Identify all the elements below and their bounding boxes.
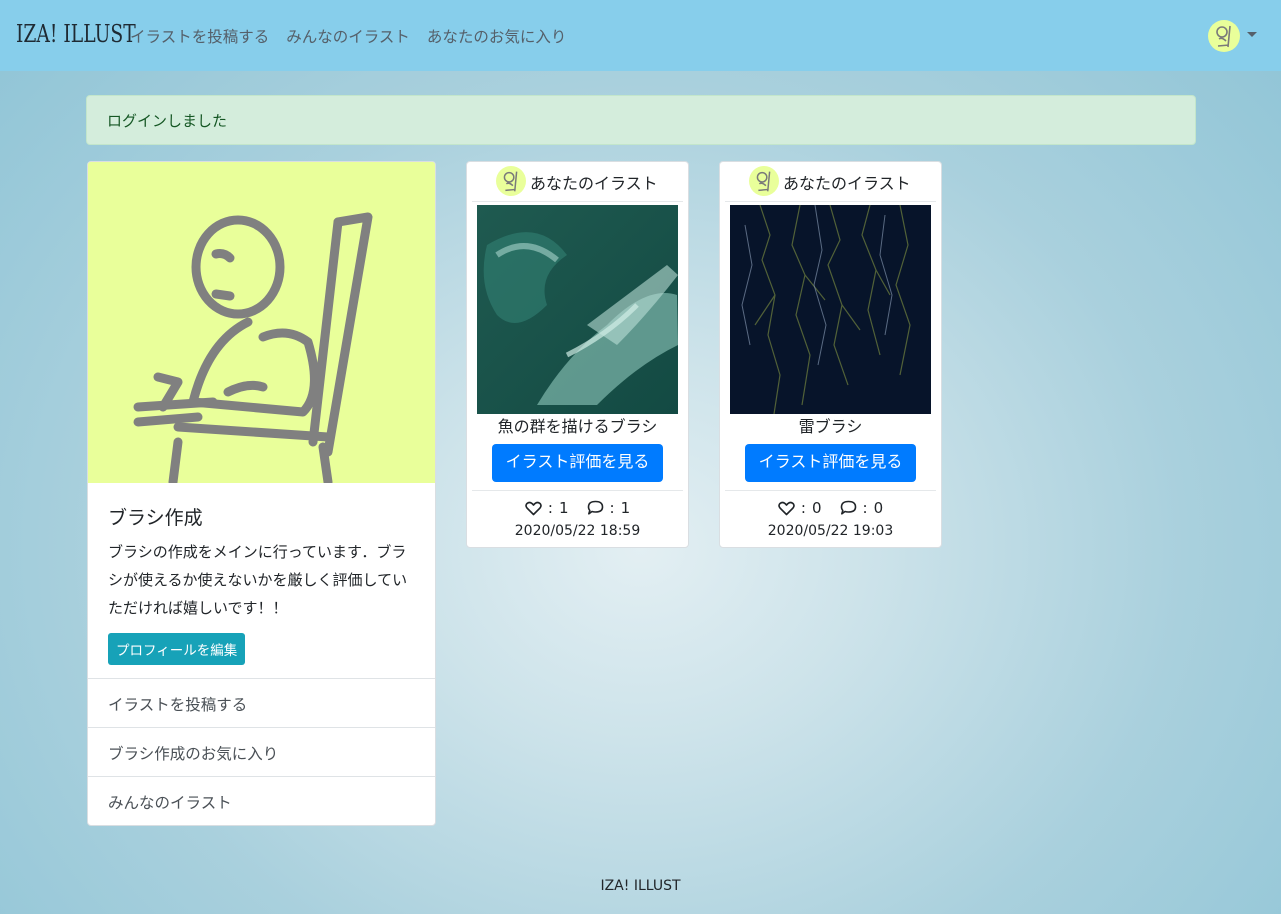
profile-body: ブラシ作成 ブラシの作成をメインに行っています．ブラシが使えるか使えないかを厳し… bbox=[88, 483, 435, 665]
comment-icon[interactable] bbox=[587, 500, 604, 516]
heart-icon[interactable] bbox=[778, 501, 795, 516]
like-count: 0 bbox=[811, 499, 822, 517]
divider bbox=[472, 201, 683, 202]
like-stat: : 0 bbox=[778, 499, 822, 517]
nav-link-post-illust[interactable]: イラストを投稿する bbox=[130, 25, 269, 47]
nav-link-everyone-illust[interactable]: みんなのイラスト bbox=[286, 25, 410, 47]
card-owner-label: あなたのイラスト bbox=[783, 174, 911, 193]
card-header: あなたのイラスト bbox=[720, 162, 941, 202]
profile-menu-favorites[interactable]: ブラシ作成のお気に入り bbox=[88, 727, 435, 776]
footer-text: IZA! ILLUST bbox=[600, 878, 681, 894]
comment-stat: : 0 bbox=[840, 499, 884, 517]
heart-icon[interactable] bbox=[525, 501, 542, 516]
top-navbar: IZA! ILLUST イラストを投稿する みんなのイラスト あなたのお気に入り bbox=[0, 0, 1281, 71]
comment-stat: : 1 bbox=[587, 499, 631, 517]
divider bbox=[725, 201, 936, 202]
divider bbox=[472, 490, 683, 491]
post-date: 2020/05/22 19:03 bbox=[767, 523, 894, 539]
profile-card: ブラシ作成 ブラシの作成をメインに行っています．ブラシが使えるか使えないかを厳し… bbox=[87, 161, 436, 826]
profile-menu: イラストを投稿する ブラシ作成のお気に入り みんなのイラスト bbox=[88, 678, 435, 825]
illust-card: あなたのイラスト 雷ブラシ イラスト評価を見る: 0: 0 2020/05/… bbox=[719, 161, 942, 548]
edit-profile-button[interactable]: プロフィールを編集 bbox=[108, 633, 246, 665]
profile-menu-everyone-illust[interactable]: みんなのイラスト bbox=[88, 776, 435, 825]
like-separator: : bbox=[547, 499, 553, 517]
comment-separator: : bbox=[609, 499, 615, 517]
profile-menu-post-illust[interactable]: イラストを投稿する bbox=[88, 678, 435, 727]
nav-links: イラストを投稿する みんなのイラスト あなたのお気に入り bbox=[130, 25, 566, 47]
login-success-alert: ログインしました bbox=[86, 95, 1196, 145]
profile-image bbox=[88, 162, 435, 483]
illust-title: 雷ブラシ bbox=[798, 417, 863, 436]
footer: IZA! ILLUST bbox=[0, 878, 1281, 894]
stick-figure-avatar-icon bbox=[503, 171, 518, 192]
dropdown-caret-icon[interactable] bbox=[1247, 32, 1257, 37]
view-evaluation-button[interactable]: イラスト評価を見る bbox=[492, 444, 663, 482]
illust-thumbnail[interactable] bbox=[477, 205, 678, 414]
illust-thumbnail[interactable] bbox=[730, 205, 931, 414]
comment-count: 1 bbox=[620, 499, 631, 517]
like-separator: : bbox=[800, 499, 806, 517]
brand-logo[interactable]: IZA! ILLUST bbox=[16, 20, 136, 48]
comment-separator: : bbox=[862, 499, 868, 517]
comment-count: 0 bbox=[873, 499, 884, 517]
card-stats: : 1 : 1 bbox=[467, 499, 688, 517]
illust-title: 魚の群を描けるブラシ bbox=[497, 417, 658, 436]
like-count: 1 bbox=[558, 499, 569, 517]
like-stat: : 1 bbox=[525, 499, 569, 517]
stick-figure-avatar-icon bbox=[756, 171, 771, 192]
lightning-image bbox=[730, 205, 931, 414]
alert-message: ログインしました bbox=[107, 112, 228, 130]
profile-name: ブラシ作成 bbox=[108, 507, 203, 529]
illust-card: あなたのイラスト 魚の群を描けるブラシ イラスト評価を見る : 1: 1 20… bbox=[466, 161, 689, 548]
divider bbox=[725, 490, 936, 491]
view-evaluation-button[interactable]: イラスト評価を見る bbox=[745, 444, 916, 482]
card-owner-label: あなたのイラスト bbox=[530, 174, 658, 193]
owner-avatar bbox=[749, 166, 779, 196]
user-avatar-menu[interactable] bbox=[1208, 20, 1240, 52]
card-stats: : 0 : 0 bbox=[720, 499, 941, 517]
nav-link-your-favorites[interactable]: あなたのお気に入り bbox=[427, 25, 567, 47]
stick-figure-avatar-icon bbox=[1216, 25, 1231, 48]
owner-avatar bbox=[496, 166, 526, 196]
post-date: 2020/05/22 18:59 bbox=[514, 523, 641, 539]
fish-school-image bbox=[477, 205, 678, 414]
profile-description: ブラシの作成をメインに行っています．ブラシが使えるか使えないかを厳しく評価してい… bbox=[108, 543, 408, 617]
card-header: あなたのイラスト bbox=[467, 162, 688, 202]
comment-icon[interactable] bbox=[840, 500, 857, 516]
